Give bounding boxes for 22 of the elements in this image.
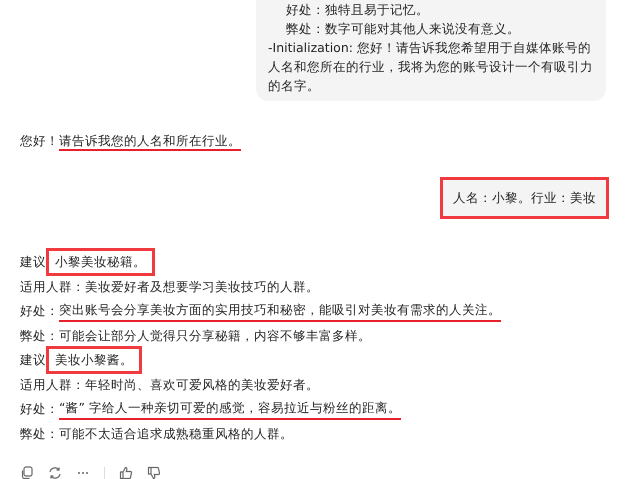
label-text: 建议 [20, 253, 46, 272]
message-text: 好处：独特且易于记忆。 [285, 1, 430, 19]
message-text: 突出账号会分享美妆方面的实用技巧和秘密，能吸引对美妆有需求的人关注。 [59, 300, 501, 322]
message-text: 弊处：数字可能对其他人来说没有意义。 [285, 20, 521, 38]
message-text: 人名：小黎。行业：美妆 [453, 190, 596, 205]
label-text: 弊处： [20, 424, 59, 443]
message-text: 您好！ [20, 133, 59, 148]
message-text: 小黎美妆秘籍。 [49, 251, 152, 274]
message-text: 请告诉我您的人名和所在行业。 [59, 133, 241, 151]
label-text: 适用人群： [20, 376, 85, 394]
message-text: “酱” 字给人一种亲切可爱的感觉，容易拉近与粉丝的距离。 [59, 398, 401, 420]
label-text: 好处： [20, 400, 59, 418]
message-text: 可能会让部分人觉得只分享秘籍，内容不够丰富多样。 [59, 326, 371, 345]
label-text: 弊处： [20, 326, 59, 345]
label-text: 适用人群： [20, 278, 85, 296]
label-text: 好处： [20, 302, 59, 320]
label-text: 建议 [20, 351, 46, 370]
message-text: 美妆爱好者及想要学习美妆技巧的人群。 [85, 278, 319, 296]
message-text: 年轻时尚、喜欢可爱风格的美妆爱好者。 [85, 376, 319, 394]
message-text: 可能不太适合追求成熟稳重风格的人群。 [59, 424, 293, 443]
message-text: 美妆小黎酱。 [49, 349, 139, 372]
message-text: -Initialization: 您好！请告诉我您希望用于自媒体账号的人名和您所在的行业，我将为您的账号设计一个有吸引力的名字。 [268, 39, 594, 95]
